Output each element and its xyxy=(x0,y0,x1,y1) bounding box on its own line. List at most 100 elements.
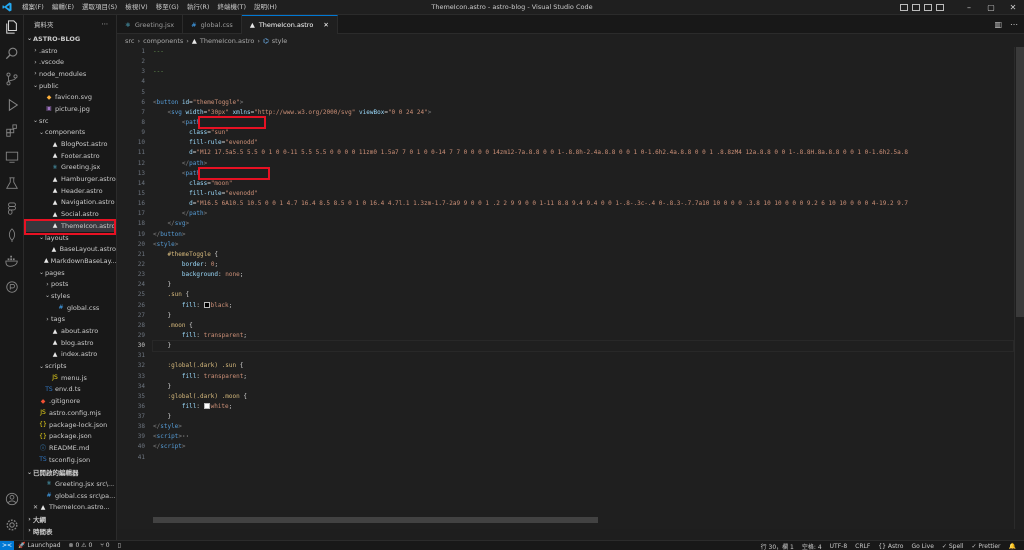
code-line[interactable]: fill: transparent; xyxy=(153,331,1013,341)
code-line[interactable]: :global(.dark) .moon { xyxy=(153,392,1013,402)
remote-explorer-icon[interactable] xyxy=(4,149,20,165)
tree-item[interactable]: ⌄ scripts xyxy=(24,360,116,372)
menu-terminal[interactable]: 終端機(T) xyxy=(213,0,250,15)
code-line[interactable]: </script> xyxy=(153,442,1013,452)
tree-item[interactable]: JS astro.config.mjs xyxy=(24,407,116,419)
menu-help[interactable]: 說明(H) xyxy=(250,0,281,15)
copilot-icon[interactable]: ▯ xyxy=(114,542,125,549)
chevron-icon[interactable]: ⌄ xyxy=(32,117,39,124)
code-line[interactable]: <style> xyxy=(153,240,1013,250)
horizontal-scrollbar[interactable] xyxy=(153,517,598,523)
code-line[interactable]: fill: black; xyxy=(153,301,1013,311)
menu-view[interactable]: 檢視(V) xyxy=(121,0,152,15)
maximize-button[interactable]: ▢ xyxy=(980,0,1002,15)
chevron-icon[interactable]: › xyxy=(32,59,39,66)
tree-item[interactable]: ⌄ styles xyxy=(24,290,116,302)
tree-item[interactable]: › .vscode xyxy=(24,56,116,68)
status-item[interactable]: ✓ Spell xyxy=(938,543,968,550)
scrollbar-thumb[interactable] xyxy=(1016,47,1024,317)
code-line[interactable]: fill: transparent; xyxy=(153,372,1013,382)
color-swatch[interactable] xyxy=(203,302,210,309)
code-line[interactable]: <svg width="30px" xmlns="http://www.w3.o… xyxy=(153,108,1013,118)
tree-item[interactable]: ▲ index.astro xyxy=(24,349,116,361)
tree-item[interactable]: {} package.json xyxy=(24,430,116,442)
close-editor-icon[interactable]: ✕ xyxy=(32,504,39,511)
color-swatch[interactable] xyxy=(203,403,210,410)
tree-item[interactable]: › node_modules xyxy=(24,68,116,80)
tree-item[interactable]: ✕ ▲ ThemeIcon.astro... xyxy=(24,502,116,514)
chevron-icon[interactable]: ⌄ xyxy=(26,469,33,476)
chevron-icon[interactable]: ⌄ xyxy=(26,35,33,42)
status-item[interactable]: {} Astro xyxy=(874,543,907,550)
code-line[interactable] xyxy=(153,88,1013,98)
code-line[interactable]: </path> xyxy=(153,159,1013,169)
tree-item[interactable]: ⚛ Greeting.jsx src\... xyxy=(24,478,116,490)
tree-item[interactable]: ▣ picture.jpg xyxy=(24,103,116,115)
code-line[interactable]: :global(.dark) .sun { xyxy=(153,361,1013,371)
chevron-icon[interactable]: › xyxy=(32,70,39,77)
code-line[interactable]: d="M12 17.5a5.5 5.5 0 1 0 0-11 5.5 5.5 0… xyxy=(153,148,1013,158)
code-line[interactable]: border: 0; xyxy=(153,260,1013,270)
minimize-button[interactable]: – xyxy=(958,0,980,15)
chevron-icon[interactable]: › xyxy=(44,281,51,288)
search-icon[interactable] xyxy=(4,45,20,61)
status-item[interactable]: ✓ Prettier xyxy=(968,543,1005,550)
code-line[interactable]: } xyxy=(153,311,1013,321)
code-line[interactable]: #themeToggle { xyxy=(153,250,1013,260)
extensions-icon[interactable] xyxy=(4,123,20,139)
chevron-icon[interactable]: › xyxy=(32,47,39,54)
explorer-more-actions-icon[interactable]: ⋯ xyxy=(102,20,109,28)
close-window-button[interactable]: ✕ xyxy=(1002,0,1024,15)
editor-tab[interactable]: ▲ ThemeIcon.astro ✕ xyxy=(241,15,338,34)
chevron-icon[interactable]: ⌄ xyxy=(38,269,45,276)
launchpad-item[interactable]: 🚀 Launchpad xyxy=(14,542,65,549)
breadcrumb-src[interactable]: src xyxy=(125,37,135,45)
tree-item[interactable]: ▲ blog.astro xyxy=(24,337,116,349)
status-item[interactable]: 🔔 xyxy=(1005,543,1020,550)
code-line[interactable]: .moon { xyxy=(153,321,1013,331)
close-tab-icon[interactable]: ✕ xyxy=(323,21,328,29)
tree-item[interactable]: ▲ about.astro xyxy=(24,325,116,337)
tree-item[interactable]: TS env.d.ts xyxy=(24,384,116,396)
code-line[interactable]: } xyxy=(153,412,1013,422)
code-line[interactable]: --- xyxy=(153,47,1013,57)
status-item[interactable]: CRLF xyxy=(851,543,874,550)
chevron-icon[interactable]: ⌄ xyxy=(38,129,45,136)
menu-selection[interactable]: 選取項目(S) xyxy=(78,0,121,15)
tree-item[interactable]: ⌄ src xyxy=(24,115,116,127)
chevron-icon[interactable]: ⌄ xyxy=(38,234,45,241)
tree-item[interactable]: › tags xyxy=(24,314,116,326)
chevron-icon[interactable]: › xyxy=(26,516,33,523)
toggle-primary-sidebar-icon[interactable] xyxy=(900,4,908,11)
tree-item[interactable]: ▲ BlogPost.astro xyxy=(24,138,116,150)
tree-section-header[interactable]: ⌄ ASTRO-BLOG xyxy=(24,33,116,45)
code-line[interactable]: </path> xyxy=(153,209,1013,219)
problems-indicator[interactable]: ⊗ 0 ⚠ 0 xyxy=(65,542,97,549)
code-line[interactable] xyxy=(153,453,1013,463)
breadcrumb-components[interactable]: components xyxy=(143,37,183,45)
account-icon[interactable] xyxy=(4,491,20,507)
code-line[interactable]: fill-rule="evenodd" xyxy=(153,189,1013,199)
breadcrumb-file[interactable]: ThemeIcon.astro xyxy=(200,37,255,45)
chevron-icon[interactable]: › xyxy=(44,316,51,323)
code-editor[interactable]: 1 2 3 4 5 6 7 8 9 10 11 12 13 14 15 16 17 18 19 20 21 22 23 24 2… xyxy=(117,47,1024,529)
editor-tab[interactable]: # global.css xyxy=(183,15,242,34)
code-line[interactable]: <button id="themeToggle"> xyxy=(153,98,1013,108)
code-line[interactable] xyxy=(153,57,1013,67)
remote-indicator[interactable]: >< xyxy=(0,540,14,550)
run-debug-icon[interactable] xyxy=(4,97,20,113)
tree-section-header[interactable]: › 大綱 xyxy=(24,513,116,525)
code-line[interactable]: <script>·· xyxy=(153,432,1013,442)
chevron-icon[interactable]: ⌄ xyxy=(32,82,39,89)
split-editor-icon[interactable]: ▥ xyxy=(994,20,1002,29)
tree-section-header[interactable]: › 時間表 xyxy=(24,525,116,537)
chevron-icon[interactable]: ⌄ xyxy=(38,363,45,370)
breadcrumb-style[interactable]: style xyxy=(272,37,288,45)
explorer-icon[interactable] xyxy=(4,19,20,35)
tree-item[interactable]: ⚛ Greeting.jsx xyxy=(24,162,116,174)
more-actions-icon[interactable]: ⋯ xyxy=(1010,20,1018,29)
code-line[interactable]: fill-rule="evenodd" xyxy=(153,138,1013,148)
code-line[interactable]: class="sun" xyxy=(153,128,1013,138)
tree-item[interactable]: ⌄ pages xyxy=(24,267,116,279)
tree-item[interactable]: {} package-lock.json xyxy=(24,419,116,431)
